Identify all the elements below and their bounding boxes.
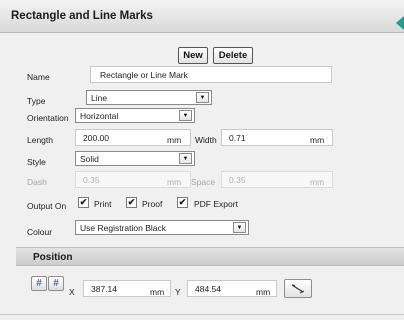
y-unit: mm	[256, 287, 271, 297]
chevron-down-icon[interactable]: ▼	[179, 110, 192, 121]
position-section-header[interactable]: Position	[16, 247, 404, 266]
line-tool-icon[interactable]	[284, 279, 312, 298]
type-label: Type	[27, 96, 46, 106]
x-unit: mm	[150, 287, 165, 297]
length-unit: mm	[167, 135, 182, 145]
print-checkbox[interactable]: ✔	[78, 197, 89, 208]
colour-label: Colour	[27, 227, 53, 237]
width-unit: mm	[310, 135, 325, 145]
dash-unit: mm	[167, 177, 182, 187]
chevron-down-icon[interactable]: ▼	[179, 153, 192, 164]
chevron-down-icon[interactable]: ▼	[196, 92, 209, 103]
width-label: Width	[195, 135, 217, 145]
output-on-label: Output On	[27, 201, 67, 211]
orientation-label: Orientation	[27, 113, 69, 123]
type-select[interactable]: Line ▼	[86, 90, 212, 105]
name-field[interactable]: Rectangle or Line Mark	[90, 66, 332, 83]
colour-select[interactable]: Use Registration Black ▼	[75, 220, 249, 235]
length-label: Length	[27, 135, 53, 145]
panel-header: Rectangle and Line Marks	[0, 0, 404, 33]
rectangle-line-marks-panel: Rectangle and Line Marks New Delete Name…	[0, 0, 404, 320]
style-select-value: Solid	[80, 153, 99, 164]
orientation-select-value: Horizontal	[80, 110, 119, 121]
pdf-export-checkbox-label: PDF Export	[194, 199, 238, 209]
colour-select-value: Use Registration Black	[80, 222, 166, 233]
panel-collapse-tab-icon[interactable]	[396, 16, 404, 30]
dash-label: Dash	[27, 177, 47, 187]
name-label: Name	[27, 72, 50, 82]
new-button[interactable]: New	[178, 47, 208, 64]
chevron-down-icon[interactable]: ▼	[233, 222, 246, 233]
position-section-title: Position	[33, 252, 73, 263]
panel-title: Rectangle and Line Marks	[11, 10, 153, 22]
orientation-select[interactable]: Horizontal ▼	[75, 108, 195, 123]
space-label: Space	[191, 177, 216, 187]
proof-checkbox[interactable]: ✔	[126, 197, 137, 208]
space-unit: mm	[310, 177, 325, 187]
panel-bottom-divider	[0, 314, 404, 315]
y-label: Y	[175, 287, 181, 297]
x-label: X	[69, 287, 75, 297]
style-label: Style	[27, 157, 46, 167]
delete-button[interactable]: Delete	[213, 47, 253, 64]
type-select-value: Line	[91, 92, 108, 103]
grid-align-icon[interactable]: #	[48, 276, 64, 291]
style-select[interactable]: Solid ▼	[75, 151, 195, 166]
grid-snap-icon[interactable]: #	[31, 276, 47, 291]
proof-checkbox-label: Proof	[142, 199, 163, 209]
print-checkbox-label: Print	[94, 199, 112, 209]
pdf-export-checkbox[interactable]: ✔	[177, 197, 188, 208]
